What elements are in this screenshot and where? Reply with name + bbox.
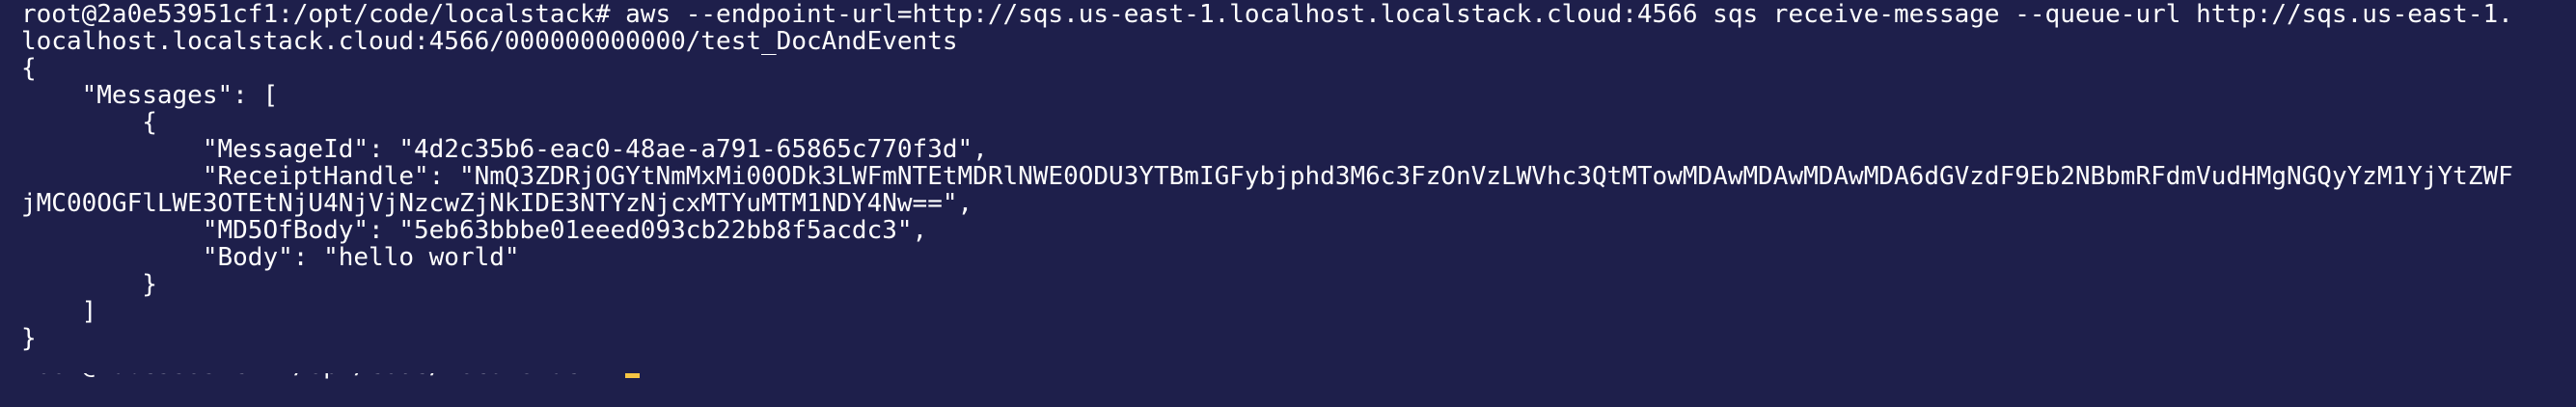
- json-receipt-handle: "ReceiptHandle": "NmQ3ZDRjOGYtNmMxMi00OD…: [21, 162, 2513, 191]
- json-body: "Body": "hello world": [21, 243, 520, 272]
- json-message-id: "MessageId": "4d2c35b6-eac0-48ae-a791-65…: [21, 135, 988, 164]
- json-item-close: }: [21, 270, 157, 299]
- json-close-brace: }: [21, 324, 37, 353]
- command-line-continuation: localhost.localstack.cloud:4566/00000000…: [21, 27, 958, 56]
- json-md5-of-body: "MD5OfBody": "5eb63bbbe01eeed093cb22bb8f…: [21, 216, 928, 245]
- json-open-brace: {: [21, 54, 37, 83]
- prompt-line[interactable]: root@2a0e53951cf1:/opt/code/localstack#: [21, 351, 2576, 380]
- json-array-close: ]: [21, 297, 97, 326]
- json-receipt-handle-continuation: jMC00OGFlLWE3OTEtNjU4NjVjNzcwZjNkIDE3NTY…: [21, 189, 973, 218]
- shell-prompt: root@2a0e53951cf1:/opt/code/localstack#: [21, 351, 626, 380]
- terminal-window[interactable]: root@2a0e53951cf1:/opt/code/localstack# …: [0, 0, 2576, 407]
- terminal-cursor: [625, 373, 641, 378]
- json-item-open: {: [21, 108, 157, 137]
- command-line: root@2a0e53951cf1:/opt/code/localstack# …: [21, 0, 2513, 29]
- json-messages-key: "Messages": [: [21, 81, 279, 110]
